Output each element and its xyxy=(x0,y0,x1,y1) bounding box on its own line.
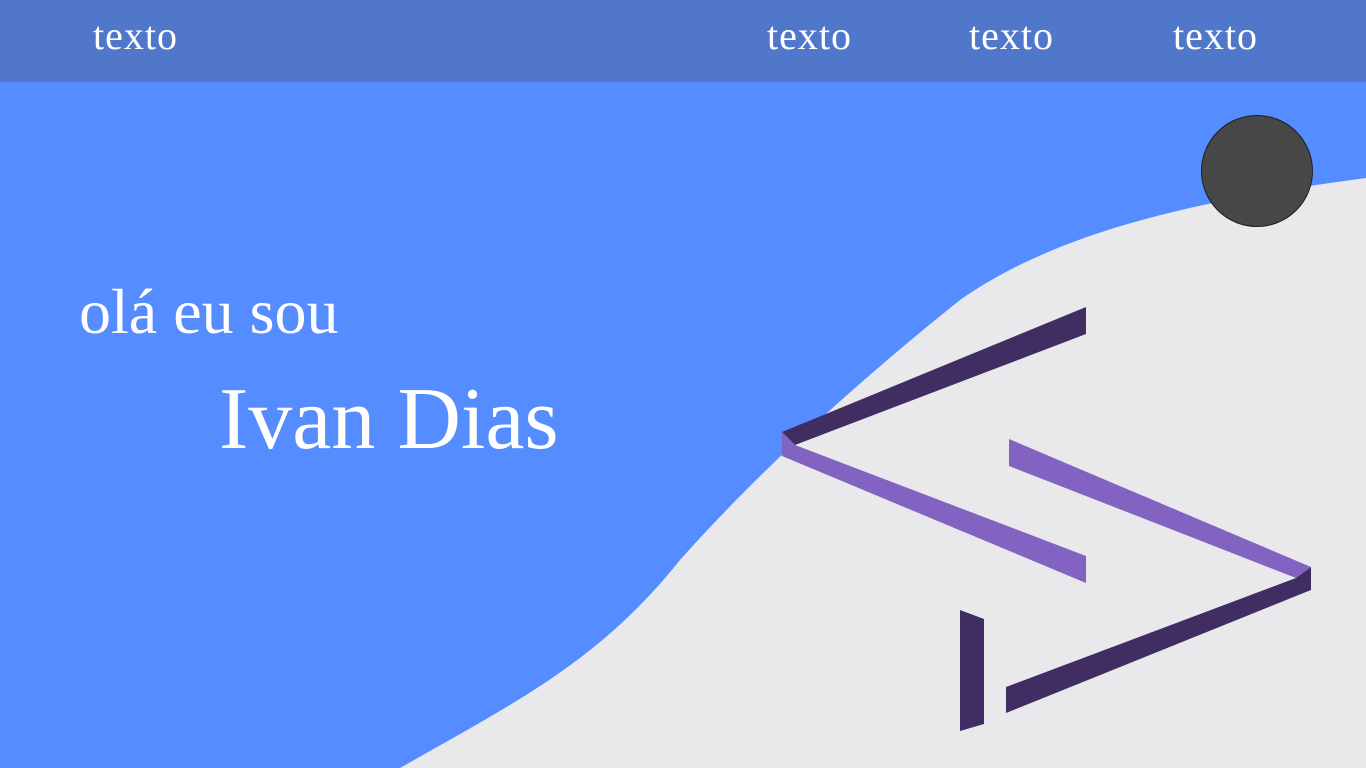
nav-link-1[interactable]: texto xyxy=(767,14,852,58)
nav-link-2[interactable]: texto xyxy=(969,14,1054,58)
nav-brand-link[interactable]: texto xyxy=(93,14,178,58)
hero-wave-background xyxy=(400,178,1366,768)
hero-wave xyxy=(400,178,1366,768)
hero-greeting: olá eu sou xyxy=(79,276,339,347)
nav-link-3[interactable]: texto xyxy=(1173,14,1258,58)
avatar[interactable] xyxy=(1201,115,1313,227)
navbar: texto texto texto texto xyxy=(0,0,1366,82)
hero-name: Ivan Dias xyxy=(219,371,559,468)
